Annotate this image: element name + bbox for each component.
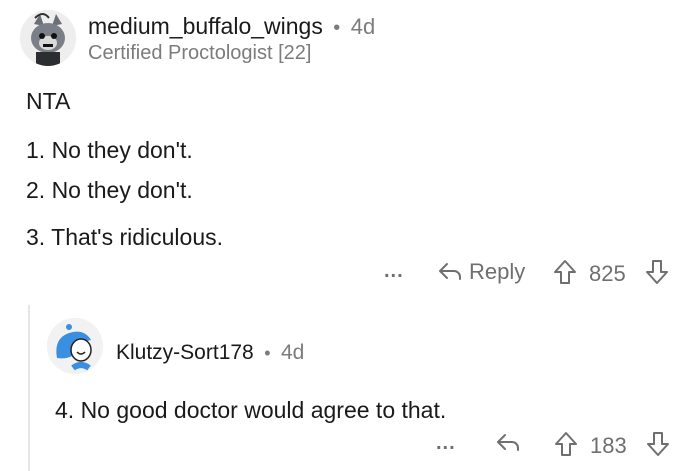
upvote-button[interactable] [552,258,578,286]
username[interactable]: medium_buffalo_wings [88,13,323,39]
comment-line-1: NTA [26,88,71,114]
reply-label: Reply [469,259,526,284]
reply-reply-button[interactable] [495,431,521,455]
upvote-arrow-icon [552,258,578,286]
comment-age: 4d [350,14,376,39]
thread-line[interactable] [28,305,30,471]
reply-button[interactable]: Reply [437,259,525,285]
user-avatar[interactable] [20,10,76,66]
comment-line-2: 1. No they don't. [26,137,193,163]
reply-age: 4d [280,341,305,364]
reply-header: Klutzy-Sort178 • 4d [116,341,304,365]
reply-line-1: 4. No good doctor would agree to that. [55,397,447,423]
score-value: 825 [589,261,626,286]
reply-downvote-button[interactable] [645,430,671,458]
ellipsis-icon: ... [436,432,456,454]
reply-user-avatar[interactable] [47,318,103,374]
reply-more-options-button[interactable]: ... [436,432,456,455]
separator-dot: • [333,17,341,39]
reply-vote-score: 183 [590,433,627,459]
reply-separator-dot: • [264,343,271,363]
downvote-arrow-icon [644,258,670,286]
reply-username[interactable]: Klutzy-Sort178 [116,341,254,364]
downvote-button[interactable] [644,258,670,286]
comment-line-3: 2. No they don't. [26,177,193,203]
upvote-arrow-icon [553,430,579,458]
comment-header: medium_buffalo_wings • 4d [88,13,375,40]
more-options-button[interactable]: ... [384,260,404,283]
reply-score-value: 183 [590,433,627,458]
reply-arrow-icon [437,260,463,284]
reply-upvote-button[interactable] [553,430,579,458]
vote-score: 825 [589,261,626,287]
ellipsis-icon: ... [384,260,404,282]
downvote-arrow-icon [645,430,671,458]
reply-arrow-icon [495,431,521,455]
comment-line-4: 3. That's ridiculous. [26,224,224,250]
user-flair: Certified Proctologist [22] [88,42,312,64]
